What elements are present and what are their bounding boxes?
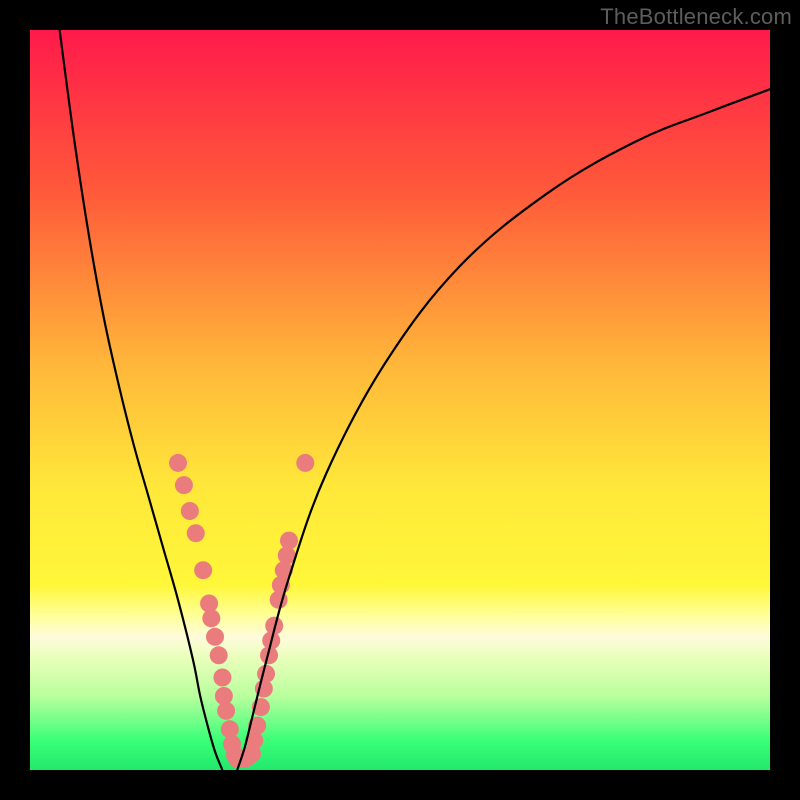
highlight-marker xyxy=(213,669,231,687)
highlight-marker xyxy=(175,476,193,494)
plot-area xyxy=(30,30,770,770)
highlight-marker xyxy=(181,502,199,520)
chart-frame: TheBottleneck.com xyxy=(0,0,800,800)
highlight-marker xyxy=(210,646,228,664)
highlight-marker xyxy=(206,628,224,646)
curve-layer xyxy=(30,30,770,770)
highlight-marker xyxy=(169,454,187,472)
highlight-marker xyxy=(257,665,275,683)
highlight-marker xyxy=(187,524,205,542)
highlight-marker xyxy=(217,702,235,720)
watermark-text: TheBottleneck.com xyxy=(600,4,792,30)
highlight-marker xyxy=(202,609,220,627)
highlight-marker xyxy=(280,532,298,550)
highlight-marker xyxy=(296,454,314,472)
highlight-marker xyxy=(194,561,212,579)
left-curve xyxy=(60,30,223,770)
right-curve xyxy=(237,89,770,770)
